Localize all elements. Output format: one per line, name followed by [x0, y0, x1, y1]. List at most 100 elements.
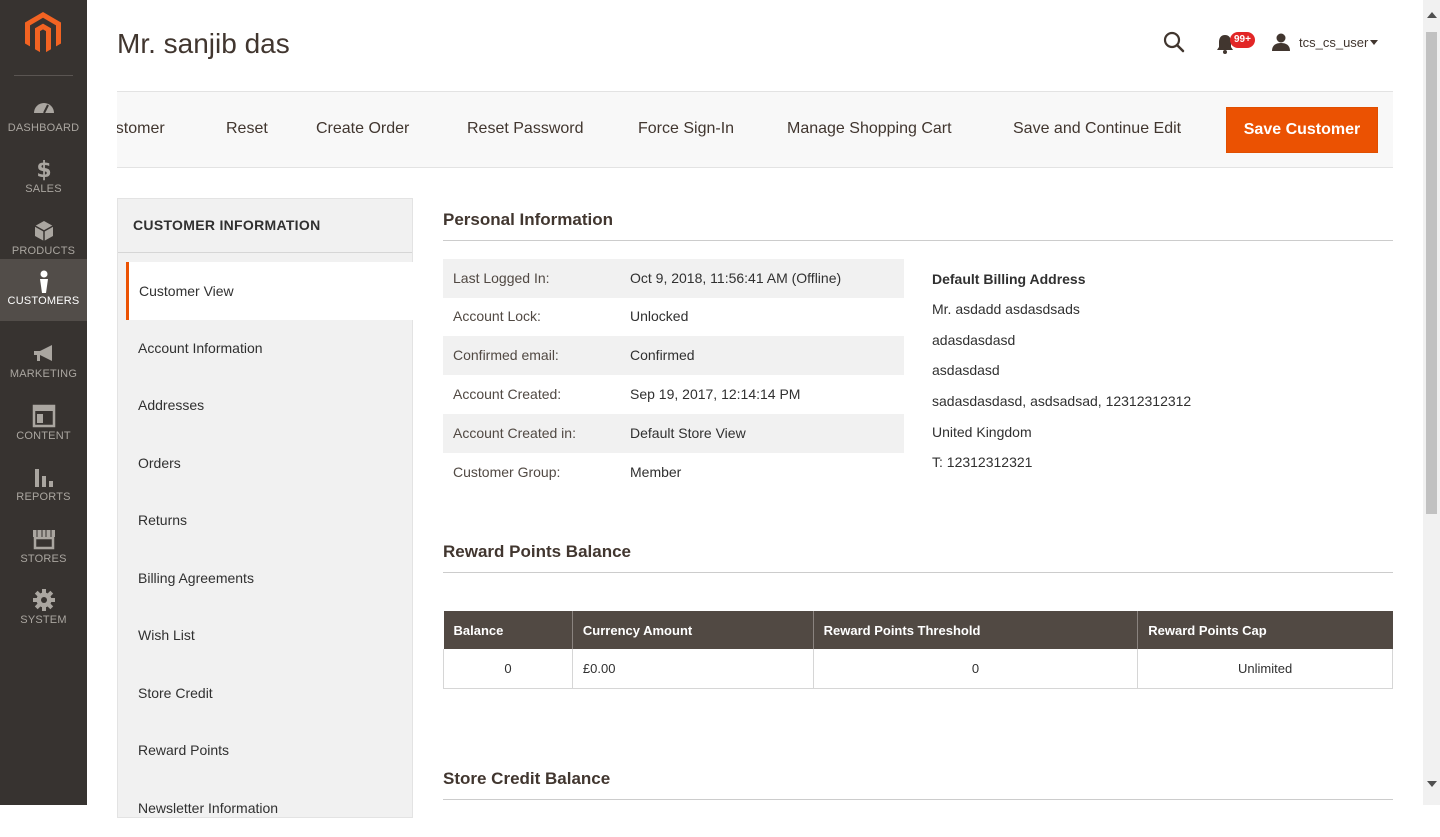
tab-wish-list[interactable]: Wish List: [126, 606, 414, 664]
tab-store-credit[interactable]: Store Credit: [126, 664, 414, 722]
info-key: Account Created in:: [453, 425, 576, 441]
cell-balance: 0: [443, 649, 573, 689]
address-line: sadasdasdasd, asdsadsad, 12312312312: [932, 393, 1192, 409]
col-balance: Balance: [443, 611, 573, 649]
nav-sales[interactable]: $ SALES: [0, 147, 87, 209]
tab-label: Billing Agreements: [138, 570, 254, 586]
col-currency-amount: Currency Amount: [572, 611, 814, 649]
tab-reward-points[interactable]: Reward Points: [126, 721, 414, 779]
nav-system[interactable]: SYSTEM: [0, 578, 87, 640]
reset-password-button[interactable]: Reset Password: [467, 120, 584, 138]
username-menu[interactable]: tcs_cs_user: [1299, 35, 1368, 50]
layout-icon: [32, 404, 55, 428]
info-row: Customer Group: Member: [443, 453, 904, 492]
magento-logo[interactable]: [25, 12, 61, 54]
nav-content-label: CONTENT: [16, 430, 71, 442]
nav-dashboard-label: DASHBOARD: [7, 122, 80, 134]
nav-dashboard[interactable]: DASHBOARD: [0, 86, 87, 148]
info-key: Account Created:: [453, 386, 562, 402]
bar-chart-icon: [34, 469, 53, 487]
storefront-icon: [32, 530, 55, 550]
save-customer-button[interactable]: Save Customer: [1226, 107, 1378, 153]
reset-button[interactable]: Reset: [226, 120, 268, 138]
scroll-up-arrow-icon[interactable]: [1427, 12, 1437, 18]
dollar-icon: $: [36, 158, 51, 181]
cell-threshold: 0: [812, 649, 1139, 689]
info-row: Confirmed email: Confirmed: [443, 336, 904, 375]
search-icon[interactable]: [1162, 30, 1186, 54]
tab-label: Wish List: [138, 627, 195, 643]
col-threshold: Reward Points Threshold: [813, 611, 1139, 649]
billing-address-title: Default Billing Address: [932, 271, 1086, 287]
tab-label: Returns: [138, 512, 188, 528]
info-row: Account Lock: Unlocked: [443, 297, 904, 336]
table-row: 0 £0.00 0 Unlimited: [443, 649, 1393, 689]
chevron-down-icon[interactable]: [1370, 40, 1378, 45]
create-order-button[interactable]: Create Order: [316, 120, 409, 138]
svg-text:$: $: [36, 158, 51, 181]
personal-info-title: Personal Information: [443, 210, 614, 229]
info-value: Oct 9, 2018, 11:56:41 AM (Offline): [630, 270, 842, 286]
manage-shopping-cart-button[interactable]: Manage Shopping Cart: [787, 120, 952, 138]
cell-cap: Unlimited: [1137, 649, 1393, 689]
box-icon: [34, 221, 53, 241]
scrollbar-thumb[interactable]: [1426, 32, 1437, 514]
force-sign-in-button[interactable]: Force Sign-In: [638, 120, 734, 138]
tab-label: Addresses: [138, 397, 205, 413]
person-icon: [39, 270, 48, 293]
tab-label: Orders: [138, 455, 181, 471]
nav-system-label: SYSTEM: [20, 614, 67, 626]
section-divider: [443, 240, 1393, 241]
tabs-title: CUSTOMER INFORMATION: [133, 217, 321, 233]
info-value: Confirmed: [630, 347, 695, 363]
nav-marketing-label: MARKETING: [9, 368, 78, 380]
nav-marketing[interactable]: MARKETING: [0, 332, 87, 394]
tab-label: Newsletter Information: [138, 800, 279, 816]
user-icon[interactable]: [1271, 32, 1291, 52]
address-line: adasdasdasd: [932, 332, 1016, 348]
info-row: Account Created: Sep 19, 2017, 12:14:14 …: [443, 375, 904, 414]
table-header-row: Balance Currency Amount Reward Points Th…: [443, 611, 1393, 649]
notifications-badge[interactable]: 99+: [1230, 32, 1255, 48]
sidebar-divider: [14, 75, 73, 76]
nav-stores[interactable]: STORES: [0, 517, 87, 579]
admin-sidebar: DASHBOARD $ SALES PRODUCTS CUSTOMERS MAR…: [0, 0, 87, 805]
reward-points-title: Reward Points Balance: [443, 542, 632, 561]
delete-customer-button[interactable]: e Customer: [117, 120, 165, 138]
tab-customer-view[interactable]: Customer View: [126, 262, 414, 320]
nav-content[interactable]: CONTENT: [0, 394, 87, 456]
nav-customers[interactable]: CUSTOMERS: [0, 259, 87, 321]
address-line: United Kingdom: [932, 424, 1032, 440]
info-row: Account Created in: Default Store View: [443, 414, 904, 453]
info-value: Unlocked: [630, 308, 689, 324]
tab-label: Customer View: [139, 283, 234, 299]
info-key: Customer Group:: [453, 464, 561, 480]
nav-products-label: PRODUCTS: [11, 245, 76, 257]
info-value: Member: [630, 464, 682, 480]
nav-stores-label: STORES: [20, 553, 67, 565]
tab-billing-agreements[interactable]: Billing Agreements: [126, 549, 414, 607]
scroll-down-arrow-icon[interactable]: [1427, 781, 1437, 787]
info-key: Account Lock:: [453, 308, 541, 324]
tab-account-information[interactable]: Account Information: [126, 319, 414, 377]
info-row: Last Logged In: Oct 9, 2018, 11:56:41 AM…: [443, 259, 904, 298]
cell-currency-amount: £0.00: [571, 649, 814, 689]
address-line: asdasdasd: [932, 362, 1000, 378]
tab-label: Reward Points: [138, 742, 230, 758]
reward-points-table: Balance Currency Amount Reward Points Th…: [443, 611, 1393, 689]
nav-reports[interactable]: REPORTS: [0, 455, 87, 517]
info-value: Sep 19, 2017, 12:14:14 PM: [630, 386, 801, 402]
megaphone-icon: [33, 345, 52, 361]
gear-icon: [32, 589, 55, 611]
tab-addresses[interactable]: Addresses: [126, 376, 414, 434]
tab-newsletter[interactable]: Newsletter Information: [126, 779, 414, 837]
col-cap: Reward Points Cap: [1137, 611, 1393, 649]
tab-label: Account Information: [138, 340, 263, 356]
section-divider: [443, 799, 1393, 800]
tab-orders[interactable]: Orders: [126, 434, 414, 492]
nav-customers-label: CUSTOMERS: [7, 295, 80, 307]
info-key: Last Logged In:: [453, 270, 550, 286]
store-credit-title: Store Credit Balance: [443, 769, 611, 788]
save-and-continue-button[interactable]: Save and Continue Edit: [1013, 120, 1181, 138]
tab-returns[interactable]: Returns: [126, 491, 414, 549]
